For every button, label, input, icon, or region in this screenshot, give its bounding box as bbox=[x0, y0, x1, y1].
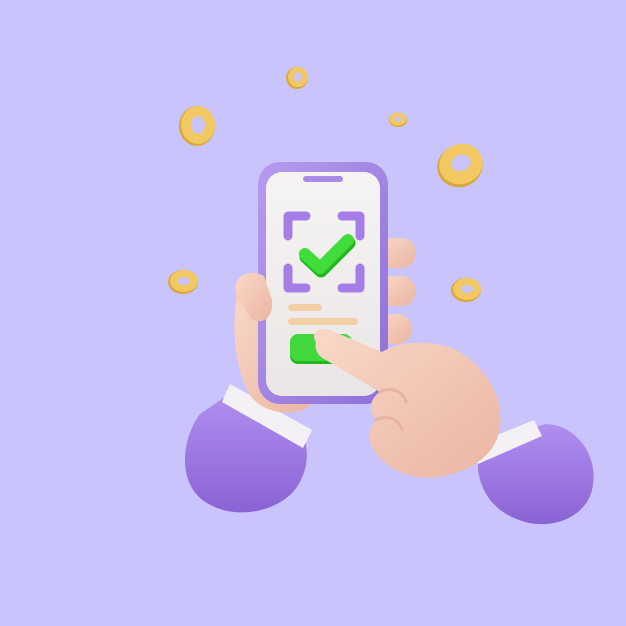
coin-icon bbox=[168, 270, 198, 294]
coin-icon bbox=[179, 106, 215, 146]
coin-icon bbox=[286, 67, 308, 89]
phone-speaker bbox=[303, 176, 343, 182]
text-line bbox=[288, 318, 358, 325]
coin-icon bbox=[389, 112, 407, 127]
coin-icon bbox=[437, 143, 483, 188]
illustration bbox=[168, 67, 594, 525]
coin-icon bbox=[451, 278, 481, 302]
text-line bbox=[288, 304, 322, 311]
